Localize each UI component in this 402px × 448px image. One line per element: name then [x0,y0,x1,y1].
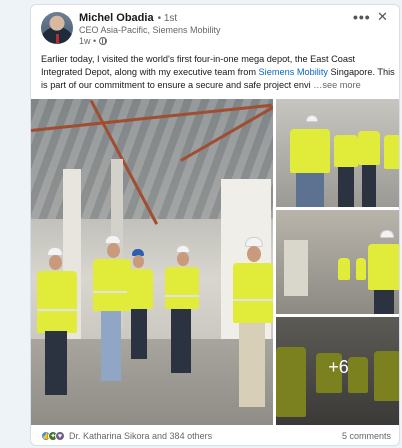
author-headline: CEO Asia-Pacific, Siemens Mobility [79,25,221,35]
author-avatar[interactable] [41,12,73,44]
reactions-text: Dr. Katharina Sikora and 384 others [69,431,213,441]
post-meta: 1w • [79,36,108,46]
company-mention-link[interactable]: Siemens Mobility [259,67,328,77]
photo-2[interactable] [276,99,399,207]
main-photo[interactable] [31,99,273,425]
photo-gallery: +6 [31,99,399,425]
photo-3[interactable] [276,210,399,314]
author-name-row: Michel Obadia • 1st [79,12,177,24]
connection-degree: • 1st [157,13,178,24]
author-name[interactable]: Michel Obadia [79,12,154,24]
see-more-link[interactable]: …see more [311,80,361,90]
social-counts: 👍 ✦ ♥ Dr. Katharina Sikora and 384 other… [31,427,399,445]
photo-4-more[interactable]: +6 [276,317,399,425]
comments-count-link[interactable]: 5 comments [342,431,391,441]
more-photos-count: +6 [328,357,349,377]
support-icon: ♥ [55,431,65,441]
feed-post-card: Michel Obadia • 1st CEO Asia-Pacific, Si… [30,4,400,446]
close-button[interactable]: ✕ [377,9,388,25]
reactions-summary[interactable]: 👍 ✦ ♥ Dr. Katharina Sikora and 384 other… [41,431,212,441]
more-options-button[interactable]: ••• [353,9,371,25]
post-text: Earlier today, I visited the world's fir… [41,53,397,92]
post-time: 1w • [79,36,97,46]
post-header: Michel Obadia • 1st CEO Asia-Pacific, Si… [31,5,399,49]
globe-icon [99,37,108,45]
